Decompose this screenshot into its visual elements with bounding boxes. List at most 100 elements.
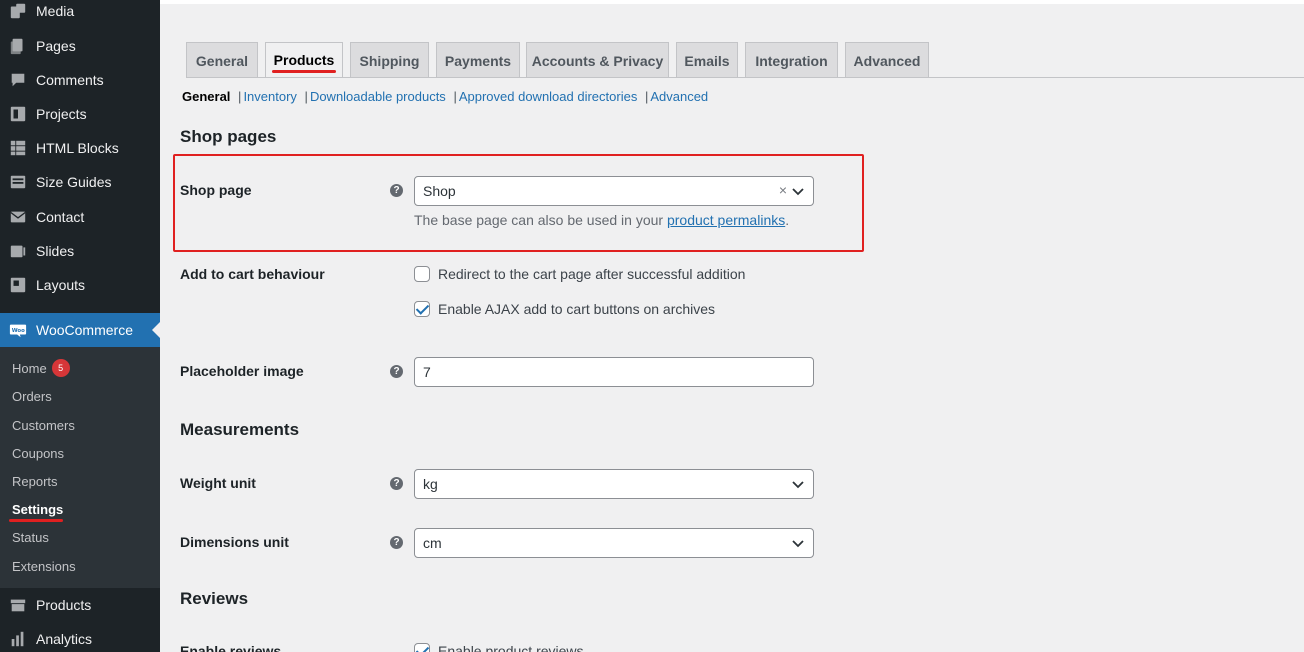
submenu-item-extensions[interactable]: Extensions — [12, 556, 76, 576]
menu-item-projects[interactable]: Projects — [0, 97, 160, 131]
tab-emails[interactable]: Emails — [676, 42, 738, 78]
products-icon — [9, 596, 27, 614]
menu-item-analytics[interactable]: Analytics — [0, 622, 160, 652]
enable-product-reviews-checkbox[interactable] — [414, 643, 430, 652]
dimensions-unit-value: cm — [423, 535, 442, 551]
media-icon — [9, 2, 27, 20]
submenu-label: Extensions — [12, 558, 76, 574]
slides-icon — [9, 242, 27, 260]
woocommerce-submenu: Home 5 Orders Customers Coupons Reports … — [0, 347, 160, 588]
submenu-label: Status — [12, 529, 49, 545]
section-link-downloadable-products[interactable]: Downloadable products — [310, 89, 446, 104]
submenu-label: Home — [12, 360, 47, 376]
menu-item-label: Analytics — [36, 631, 93, 647]
weight-unit-select[interactable]: kg — [414, 469, 814, 499]
weight-unit-value: kg — [423, 476, 438, 492]
admin-sidebar: Media Pages Comments Projects HTML Block… — [0, 0, 160, 652]
separator: | — [304, 89, 308, 104]
menu-item-size-guides[interactable]: Size Guides — [0, 165, 160, 199]
menu-item-label: Comments — [36, 72, 104, 88]
top-strip — [160, 0, 1304, 4]
reviews-heading: Reviews — [180, 589, 249, 608]
separator: | — [453, 89, 457, 104]
submenu-item-coupons[interactable]: Coupons — [12, 443, 64, 463]
section-link-approved-download-directories[interactable]: Approved download directories — [459, 89, 638, 104]
checkbox-label: Enable product reviews — [438, 643, 584, 652]
section-link-inventory[interactable]: Inventory — [243, 89, 296, 104]
submenu-item-customers[interactable]: Customers — [12, 415, 75, 435]
help-icon[interactable]: ? — [390, 477, 403, 490]
menu-item-label: Projects — [36, 106, 87, 122]
section-link-general[interactable]: General — [182, 89, 230, 104]
size-guides-icon — [9, 173, 27, 191]
redirect-to-cart-checkbox[interactable] — [414, 266, 430, 282]
dimensions-unit-label: Dimensions unit — [180, 534, 289, 550]
projects-icon — [9, 105, 27, 123]
comments-icon — [9, 71, 27, 89]
redirect-to-cart-option[interactable]: Redirect to the cart page after successf… — [414, 266, 745, 282]
weight-unit-label: Weight unit — [180, 475, 256, 491]
submenu-label: Coupons — [12, 445, 65, 461]
html-blocks-icon — [9, 139, 27, 157]
menu-item-pages[interactable]: Pages — [0, 29, 160, 63]
enable-reviews-label: Enable reviews — [180, 643, 282, 652]
menu-item-contact[interactable]: Contact — [0, 200, 160, 234]
menu-item-comments[interactable]: Comments — [0, 63, 160, 97]
separator: | — [644, 89, 649, 104]
menu-item-label: Products — [36, 597, 92, 613]
menu-item-label: HTML Blocks — [36, 140, 119, 156]
dimensions-unit-select[interactable]: cm — [414, 528, 814, 558]
measurements-heading: Measurements — [180, 420, 300, 439]
woo-icon-text: Woo — [12, 328, 25, 334]
submenu-item-settings[interactable]: Settings — [12, 499, 63, 519]
add-to-cart-label: Add to cart behaviour — [180, 266, 325, 282]
submenu-item-status[interactable]: Status — [12, 527, 49, 547]
tab-shipping[interactable]: Shipping — [350, 42, 429, 78]
checkbox-label: Enable AJAX add to cart buttons on archi… — [438, 301, 716, 317]
menu-item-products[interactable]: Products — [0, 588, 160, 622]
menu-item-label: Pages — [36, 38, 76, 54]
menu-item-media[interactable]: Media — [0, 0, 160, 28]
notification-badge: 5 — [51, 359, 70, 377]
menu-item-slides[interactable]: Slides — [0, 234, 160, 268]
menu-item-label: Size Guides — [36, 174, 112, 190]
tab-payments[interactable]: Payments — [436, 42, 520, 78]
checkbox-label: Redirect to the cart page after successf… — [438, 266, 746, 282]
placeholder-image-value: 7 — [423, 364, 431, 380]
menu-item-label: Layouts — [36, 277, 86, 293]
submenu-item-orders[interactable]: Orders — [12, 386, 52, 406]
layouts-icon — [9, 276, 27, 294]
chevron-down-icon — [792, 540, 804, 548]
menu-item-html-blocks[interactable]: HTML Blocks — [0, 131, 160, 165]
enable-ajax-option[interactable]: Enable AJAX add to cart buttons on archi… — [414, 301, 715, 317]
active-arrow — [152, 322, 160, 338]
placeholder-image-input[interactable]: 7 — [414, 357, 814, 387]
section-link-advanced[interactable]: Advanced — [650, 89, 708, 104]
annotation-highlight-box — [173, 154, 864, 252]
tab-advanced[interactable]: Advanced — [845, 42, 929, 78]
enable-product-reviews-option[interactable]: Enable product reviews — [414, 643, 584, 652]
submenu-item-home[interactable]: Home 5 — [12, 358, 70, 378]
tab-accounts-privacy[interactable]: Accounts & Privacy — [526, 42, 669, 78]
annotation-underline-settings — [9, 519, 63, 522]
tabs-divider — [186, 77, 1304, 78]
help-icon[interactable]: ? — [390, 365, 403, 378]
submenu-label: Reports — [12, 473, 58, 489]
submenu-label: Customers — [12, 417, 75, 433]
submenu-label: Orders — [12, 388, 52, 404]
enable-ajax-checkbox[interactable] — [414, 301, 430, 317]
analytics-icon — [9, 630, 27, 648]
section-links: General | Inventory | Downloadable product… — [182, 89, 708, 104]
menu-item-layouts[interactable]: Layouts — [0, 268, 160, 302]
menu-item-label: Slides — [36, 243, 75, 259]
woocommerce-icon: Woo — [9, 321, 27, 339]
menu-item-woocommerce[interactable]: Woo WooCommerce — [0, 313, 160, 347]
tab-integration[interactable]: Integration — [745, 42, 838, 78]
tab-general[interactable]: General — [186, 42, 258, 78]
submenu-item-reports[interactable]: Reports — [12, 471, 58, 491]
menu-item-label: Media — [36, 3, 75, 19]
menu-item-label: WooCommerce — [36, 322, 133, 338]
menu-item-label: Contact — [36, 209, 85, 225]
help-icon[interactable]: ? — [390, 536, 403, 549]
annotation-underline-products-tab — [272, 70, 336, 73]
